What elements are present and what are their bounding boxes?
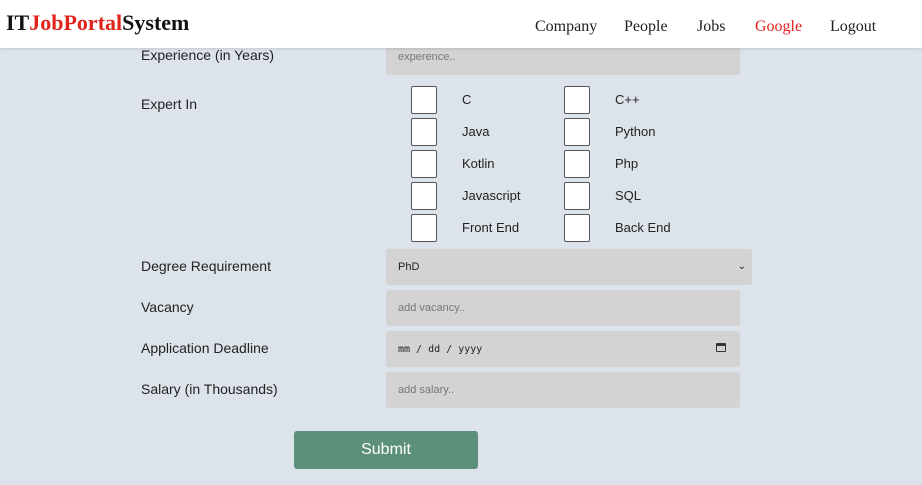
checkbox-kotlin[interactable] (411, 150, 437, 178)
nav-link-jobs[interactable]: Jobs (697, 17, 725, 37)
checkbox-label-back-end: Back End (615, 220, 671, 235)
checkbox-back-end[interactable] (564, 214, 590, 242)
checkbox-label-sql: SQL (615, 188, 642, 203)
nav-link-people[interactable]: People (624, 17, 668, 37)
checkbox-label-javascript: Javascript (462, 188, 521, 203)
checkbox-label-python: Python (615, 124, 656, 139)
checkbox-javascript[interactable] (411, 182, 437, 210)
checkbox-label-cpp: C++ (615, 92, 640, 107)
nav-links: Company People Jobs Google Logout (0, 17, 922, 37)
checkbox-java[interactable] (411, 118, 437, 146)
submit-button[interactable]: Submit (294, 431, 478, 469)
checkbox-label-c: C (462, 92, 472, 107)
top-navbar: ITJobPortalSystem Company People Jobs Go… (0, 0, 922, 48)
checkbox-sql[interactable] (564, 182, 590, 210)
deadline-label: Application Deadline (141, 340, 269, 356)
nav-link-logout[interactable]: Logout (830, 17, 876, 37)
vacancy-label: Vacancy (141, 299, 194, 315)
nav-link-google[interactable]: Google (755, 17, 802, 37)
vacancy-input[interactable]: add vacancy.. (386, 290, 740, 326)
checkbox-front-end[interactable] (411, 214, 437, 242)
chevron-down-icon: ⌄ (737, 261, 746, 272)
salary-label: Salary (in Thousands) (141, 381, 278, 397)
nav-link-company[interactable]: Company (535, 17, 597, 37)
checkbox-cpp[interactable] (564, 86, 590, 114)
degree-select[interactable]: PhD ⌄ (386, 249, 752, 285)
degree-selected-value: PhD (398, 261, 420, 273)
deadline-date-input[interactable]: mm / dd / yyyy (386, 331, 740, 367)
degree-label: Degree Requirement (141, 258, 271, 274)
checkbox-c[interactable] (411, 86, 437, 114)
expert-in-label: Expert In (141, 96, 198, 112)
checkbox-label-php: Php (615, 156, 639, 171)
checkbox-php[interactable] (564, 150, 590, 178)
checkbox-label-front-end: Front End (462, 220, 520, 235)
experience-label: Experience (in Years) (141, 47, 275, 63)
calendar-icon[interactable] (716, 343, 726, 352)
checkbox-python[interactable] (564, 118, 590, 146)
deadline-date-placeholder: mm / dd / yyyy (398, 344, 483, 355)
checkbox-label-java: Java (462, 124, 490, 139)
checkbox-label-kotlin: Kotlin (462, 156, 495, 171)
salary-input[interactable]: add salary.. (386, 372, 740, 408)
